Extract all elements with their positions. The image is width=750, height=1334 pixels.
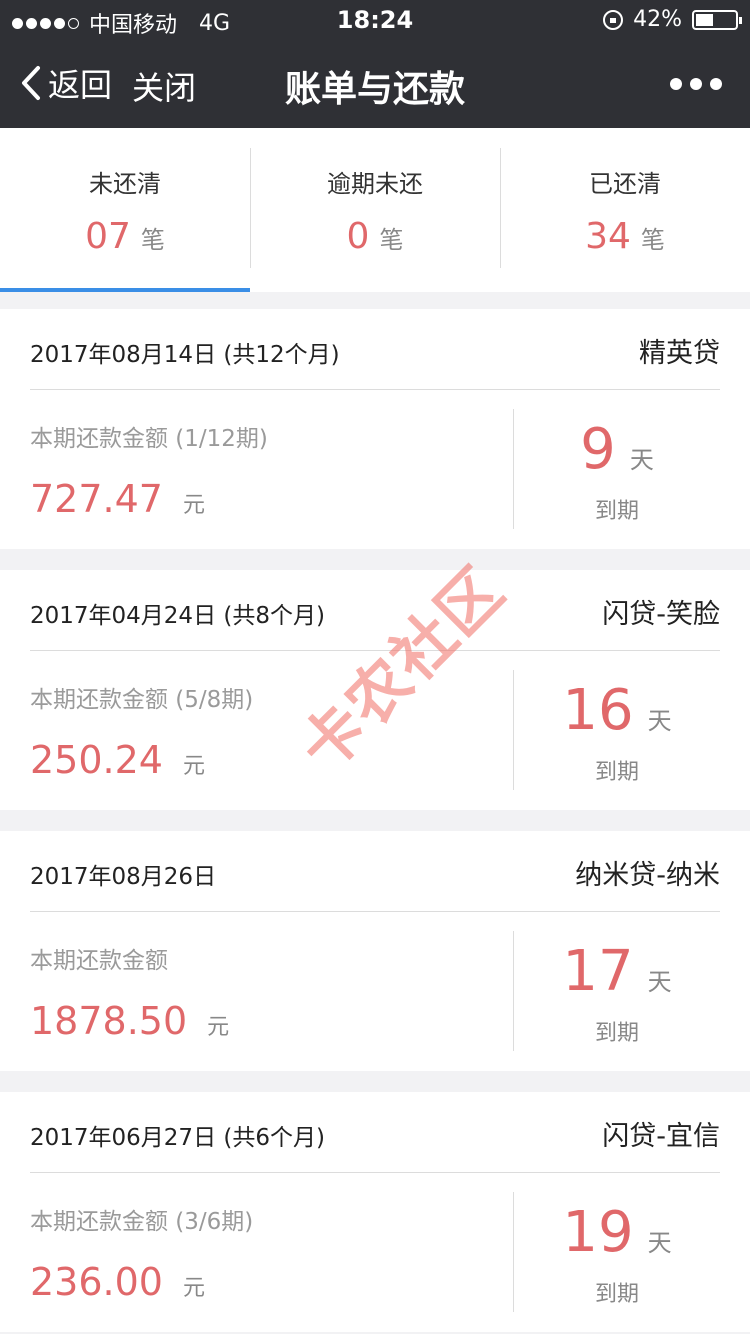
amount-unit: 元 bbox=[207, 1015, 230, 1040]
amount-value: 727.47 bbox=[30, 477, 163, 521]
divider bbox=[30, 911, 720, 912]
bill-card[interactable]: 2017年06月27日 (共6个月) 闪贷-宜信 本期还款金额 (3/6期) 2… bbox=[0, 1092, 750, 1332]
bill-product: 闪贷-笑脸 bbox=[602, 599, 720, 630]
amount-value: 1878.50 bbox=[30, 999, 188, 1043]
tab-paid[interactable]: 已还清 34 笔 bbox=[500, 128, 750, 288]
nav-bar: 返回 关闭 账单与还款 bbox=[0, 40, 750, 128]
days-unit: 天 bbox=[647, 1229, 672, 1257]
amount-value: 236.00 bbox=[30, 1260, 163, 1304]
tab-count: 07 bbox=[85, 216, 131, 257]
bill-product: 闪贷-宜信 bbox=[602, 1121, 720, 1152]
tab-count: 0 bbox=[346, 216, 370, 257]
divider bbox=[30, 389, 720, 390]
tab-unit: 笔 bbox=[640, 226, 665, 254]
orientation-lock-icon bbox=[603, 9, 624, 30]
battery-percent: 42% bbox=[633, 7, 682, 32]
bill-card[interactable]: 2017年08月26日 纳米贷-纳米 本期还款金额 1878.50 元 17 天 到… bbox=[0, 831, 750, 1071]
tab-label: 未还清 bbox=[89, 170, 161, 198]
more-icon[interactable] bbox=[670, 78, 722, 90]
divider bbox=[30, 650, 720, 651]
bill-date: 2017年04月24日 (共8个月) bbox=[30, 603, 325, 629]
active-tab-indicator bbox=[0, 288, 250, 292]
tab-unpaid[interactable]: 未还清 07 笔 bbox=[0, 128, 250, 288]
summary-tabs: 未还清 07 笔 逾期未还 0笔 已还清 34 笔 bbox=[0, 128, 750, 292]
days-value: 16 bbox=[562, 678, 634, 743]
amount-label: 本期还款金额 (3/6期) bbox=[30, 1209, 254, 1235]
tab-unit: 笔 bbox=[379, 226, 404, 254]
tab-unit: 笔 bbox=[140, 226, 165, 254]
bill-product: 精英贷 bbox=[639, 338, 720, 369]
bill-product: 纳米贷-纳米 bbox=[575, 860, 720, 891]
tab-overdue[interactable]: 逾期未还 0笔 bbox=[250, 128, 500, 288]
due-label: 到期 bbox=[594, 499, 639, 524]
bill-date: 2017年06月27日 (共6个月) bbox=[30, 1125, 325, 1151]
bill-date: 2017年08月26日 bbox=[30, 864, 217, 890]
due-label: 到期 bbox=[594, 1021, 639, 1046]
amount-unit: 元 bbox=[182, 493, 205, 518]
amount-label: 本期还款金额 bbox=[30, 948, 168, 974]
bill-card[interactable]: 2017年08月14日 (共12个月) 精英贷 本期还款金额 (1/12期) 7… bbox=[0, 309, 750, 549]
amount-label: 本期还款金额 (5/8期) bbox=[30, 687, 254, 713]
tab-count: 34 bbox=[585, 216, 631, 257]
amount-unit: 元 bbox=[182, 1276, 205, 1301]
due-label: 到期 bbox=[594, 760, 639, 785]
days-value: 9 bbox=[580, 417, 616, 482]
bill-date: 2017年08月14日 (共12个月) bbox=[30, 342, 340, 368]
days-unit: 天 bbox=[647, 968, 672, 996]
tab-label: 逾期未还 bbox=[327, 170, 423, 198]
status-bar: 中国移动 4G 18:24 42% bbox=[0, 0, 750, 40]
amount-unit: 元 bbox=[182, 754, 205, 779]
days-unit: 天 bbox=[629, 446, 654, 474]
due-label: 到期 bbox=[594, 1282, 639, 1307]
divider bbox=[30, 1172, 720, 1173]
battery-icon bbox=[692, 9, 742, 30]
amount-label: 本期还款金额 (1/12期) bbox=[30, 426, 268, 452]
days-value: 19 bbox=[562, 1200, 634, 1265]
bill-card[interactable]: 2017年04月24日 (共8个月) 闪贷-笑脸 本期还款金额 (5/8期) 2… bbox=[0, 570, 750, 810]
amount-value: 250.24 bbox=[30, 738, 163, 782]
page-title: 账单与还款 bbox=[284, 69, 465, 110]
tab-label: 已还清 bbox=[589, 170, 661, 198]
days-unit: 天 bbox=[647, 707, 672, 735]
days-value: 17 bbox=[562, 939, 634, 1004]
